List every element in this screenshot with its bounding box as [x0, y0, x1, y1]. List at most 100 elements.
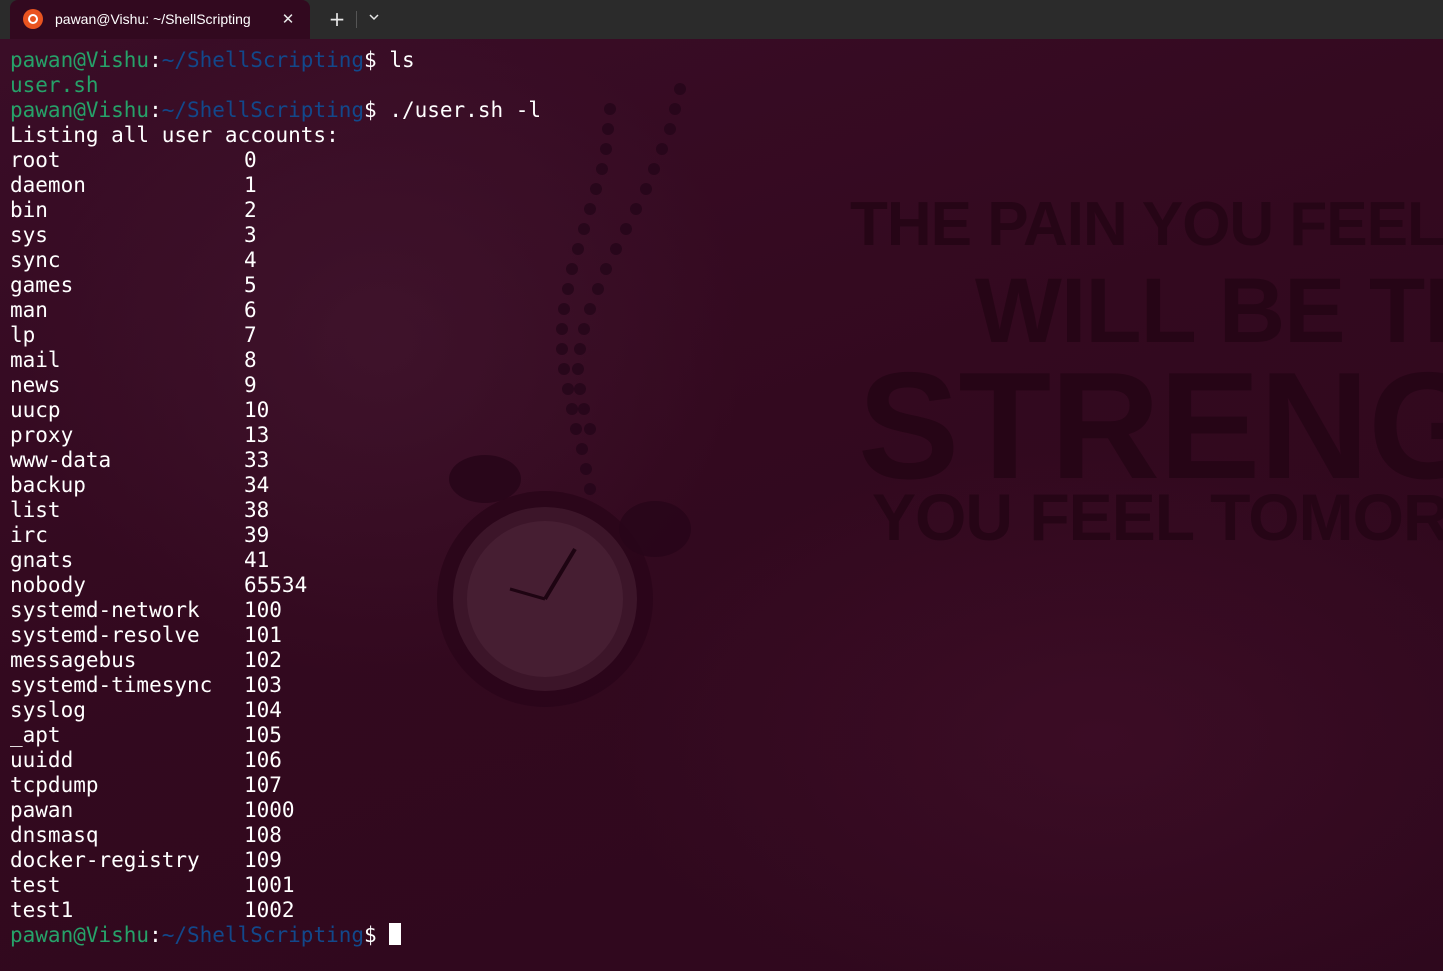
user-name: docker-registry — [10, 848, 200, 872]
command-text: ls — [389, 48, 415, 72]
user-uid: 106 — [244, 748, 282, 772]
user-row: daemon 1 — [10, 173, 1430, 198]
user-name: tcpdump — [10, 773, 99, 797]
user-row: systemd-timesync 103 — [10, 673, 1430, 698]
user-row: lp 7 — [10, 323, 1430, 348]
prompt-line[interactable]: pawan@Vishu:~/ShellScripting$ — [10, 923, 1430, 948]
user-uid: 1001 — [244, 873, 295, 897]
user-row: sync 4 — [10, 248, 1430, 273]
prompt-colon: : — [149, 923, 162, 947]
user-name: pawan — [10, 798, 74, 822]
user-row: systemd-network 100 — [10, 598, 1430, 623]
user-uid: 3 — [244, 223, 257, 247]
text-cursor — [389, 923, 402, 945]
user-uid: 6 — [244, 298, 257, 322]
tab-title: pawan@Vishu: ~/ShellScripting — [55, 11, 251, 27]
user-uid: 0 — [244, 148, 257, 172]
user-row: pawan 1000 — [10, 798, 1430, 823]
user-name: test — [10, 873, 61, 897]
terminal-window: pawan@Vishu: ~/ShellScripting ✕ + THE PA… — [0, 0, 1443, 971]
ubuntu-logo-icon — [23, 9, 43, 29]
user-row: games 5 — [10, 273, 1430, 298]
user-uid: 10 — [244, 398, 270, 422]
output-heading: Listing all user accounts: — [10, 123, 339, 147]
user-uid: 33 — [244, 448, 270, 472]
user-uid: 104 — [244, 698, 282, 722]
user-name: irc — [10, 523, 48, 547]
user-uid: 4 — [244, 248, 257, 272]
user-uid: 108 — [244, 823, 282, 847]
prompt-path: ~/ShellScripting — [161, 98, 365, 122]
user-row: systemd-resolve 101 — [10, 623, 1430, 648]
user-row: syslog 104 — [10, 698, 1430, 723]
user-uid: 1002 — [244, 898, 295, 922]
user-name: sys — [10, 223, 48, 247]
prompt-colon: : — [149, 98, 162, 122]
ls-output: user.sh — [10, 73, 99, 97]
user-row: _apt 105 — [10, 723, 1430, 748]
user-name: sync — [10, 248, 61, 272]
user-uid: 107 — [244, 773, 282, 797]
user-name: list — [10, 498, 61, 522]
tab-separator — [356, 11, 357, 28]
user-name: messagebus — [10, 648, 137, 672]
user-uid: 65534 — [244, 573, 308, 597]
user-uid: 109 — [244, 848, 282, 872]
prompt-colon: : — [149, 48, 162, 72]
user-uid: 41 — [244, 548, 270, 572]
prompt-user: pawan@Vishu — [10, 923, 150, 947]
user-name: syslog — [10, 698, 86, 722]
prompt-dollar: $ — [364, 98, 390, 122]
user-uid: 34 — [244, 473, 270, 497]
new-tab-button[interactable]: + — [322, 6, 352, 33]
user-name: systemd-resolve — [10, 623, 200, 647]
prompt-line: pawan@Vishu:~/ShellScripting$ ./user.sh … — [10, 98, 1430, 123]
user-row: backup 34 — [10, 473, 1430, 498]
user-name: _apt — [10, 723, 61, 747]
tab-active[interactable]: pawan@Vishu: ~/ShellScripting ✕ — [10, 0, 310, 39]
close-tab-button[interactable]: ✕ — [276, 7, 300, 31]
user-name: proxy — [10, 423, 74, 447]
user-row: sys 3 — [10, 223, 1430, 248]
user-name: mail — [10, 348, 61, 372]
user-uid: 7 — [244, 323, 257, 347]
user-name: daemon — [10, 173, 86, 197]
user-row: dnsmasq 108 — [10, 823, 1430, 848]
user-uid: 1 — [244, 173, 257, 197]
user-name: backup — [10, 473, 86, 497]
user-uid: 5 — [244, 273, 257, 297]
user-name: gnats — [10, 548, 74, 572]
user-row: news 9 — [10, 373, 1430, 398]
user-name: uuidd — [10, 748, 74, 772]
user-uid: 2 — [244, 198, 257, 222]
user-row: gnats 41 — [10, 548, 1430, 573]
user-row: bin 2 — [10, 198, 1430, 223]
user-uid: 105 — [244, 723, 282, 747]
user-name: www-data — [10, 448, 112, 472]
user-name: nobody — [10, 573, 86, 597]
user-uid: 103 — [244, 673, 282, 697]
user-row: tcpdump 107 — [10, 773, 1430, 798]
command-text: ./user.sh -l — [389, 98, 542, 122]
user-name: test1 — [10, 898, 74, 922]
user-uid: 101 — [244, 623, 282, 647]
user-row: messagebus 102 — [10, 648, 1430, 673]
prompt-user: pawan@Vishu — [10, 48, 150, 72]
user-name: uucp — [10, 398, 61, 422]
chevron-down-icon[interactable] — [360, 6, 388, 33]
user-row: uucp 10 — [10, 398, 1430, 423]
user-row: man 6 — [10, 298, 1430, 323]
user-name: news — [10, 373, 61, 397]
user-row: root 0 — [10, 148, 1430, 173]
prompt-user: pawan@Vishu — [10, 98, 150, 122]
user-uid: 8 — [244, 348, 257, 372]
user-row: www-data 33 — [10, 448, 1430, 473]
user-row: irc 39 — [10, 523, 1430, 548]
user-uid: 100 — [244, 598, 282, 622]
user-uid: 39 — [244, 523, 270, 547]
user-uid: 38 — [244, 498, 270, 522]
user-uid: 13 — [244, 423, 270, 447]
user-row: test 1001 — [10, 873, 1430, 898]
terminal-output[interactable]: pawan@Vishu:~/ShellScripting$ ls user.sh… — [10, 48, 1430, 948]
tab-bar: pawan@Vishu: ~/ShellScripting ✕ + — [0, 0, 1443, 39]
